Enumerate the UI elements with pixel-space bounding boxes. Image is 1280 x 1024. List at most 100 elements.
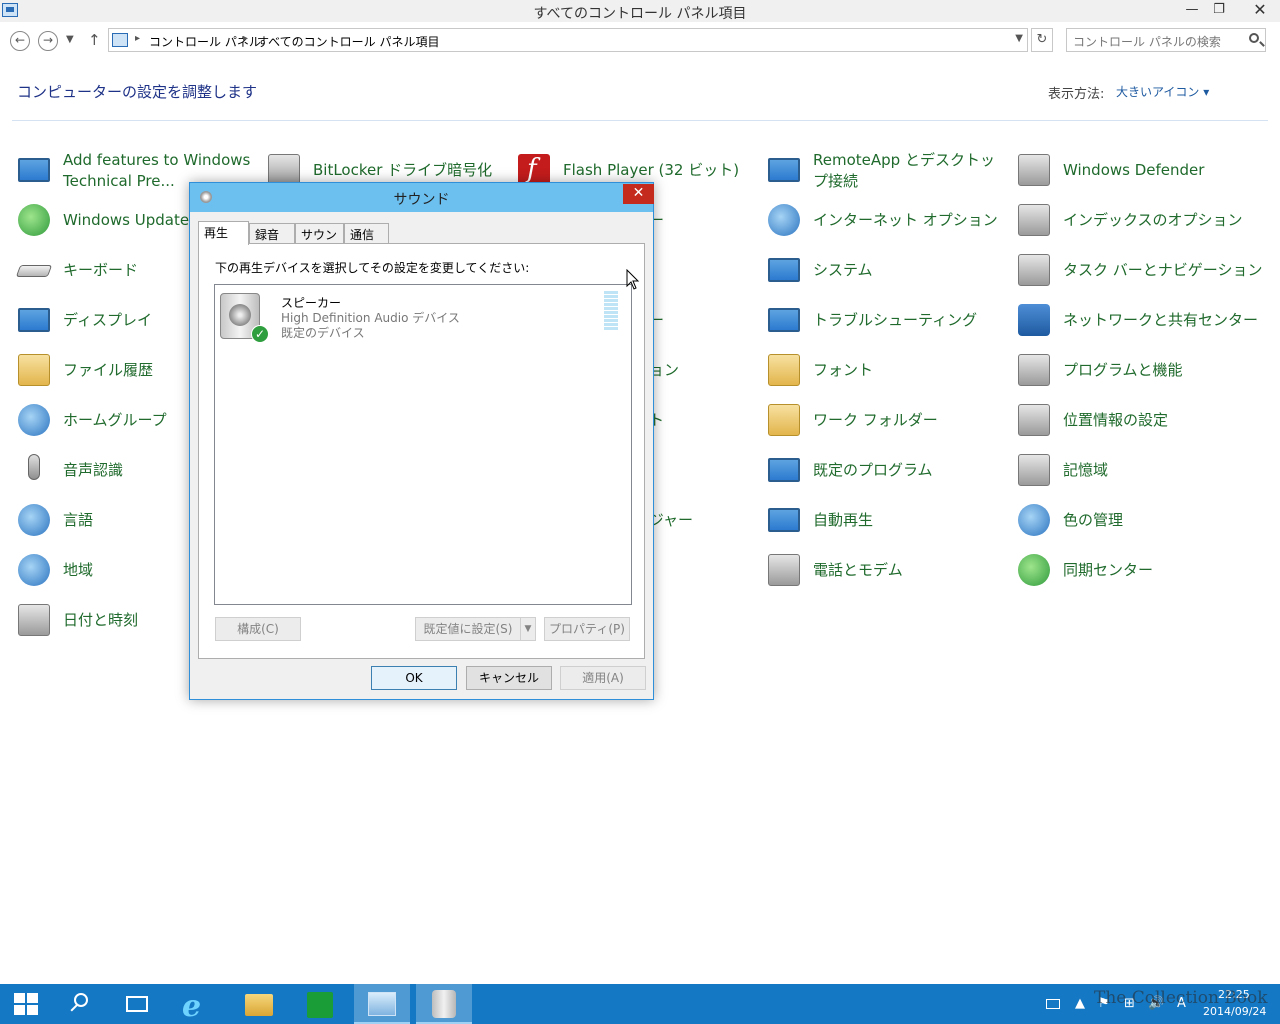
properties-button[interactable]: プロパティ(P) [544,617,630,641]
back-button[interactable]: ← [10,31,30,51]
cp-item-internet-options[interactable]: インターネット オプション [768,200,1008,244]
location-map-icon [1018,404,1050,436]
breadcrumb-separator[interactable]: ▸ [243,33,248,44]
cp-item-label: BitLocker ドライブ暗号化 [313,161,493,179]
cp-item-taskbar-navigation[interactable]: タスク バーとナビゲーション [1018,250,1262,294]
keyboard-tray-icon[interactable] [1046,999,1060,1009]
internet-globe-icon [768,204,800,236]
cp-item-storage-spaces[interactable]: 記憶域 [1018,450,1258,494]
work-folders-icon [768,404,800,436]
search-placeholder: コントロール パネルの検索 [1073,35,1221,49]
calendar-clock-icon [18,604,50,636]
dialog-close-button[interactable]: ✕ [623,184,654,204]
cp-item-label: ワーク フォルダー [813,411,938,429]
taskbar-internet-explorer[interactable]: e [170,984,226,1024]
cp-item-label: ホームグループ [63,411,167,429]
volume-level-meter [604,291,618,331]
show-hidden-icons-icon[interactable]: ▲ [1075,996,1085,1011]
cp-item-sync-center[interactable]: 同期センター [1018,550,1258,594]
taskbar-search-button[interactable] [56,984,112,1024]
set-default-dropdown[interactable]: ▼ [520,617,536,641]
configure-button[interactable]: 構成(C) [215,617,301,641]
window-titlebar: すべてのコントロール パネル項目 — ❐ ✕ [0,0,1280,22]
cp-item-label: 日付と時刻 [63,611,139,629]
fonts-folder-icon [768,354,800,386]
cp-item-label: 自動再生 [813,511,874,529]
breadcrumb-separator[interactable]: ▸ [135,33,140,44]
breadcrumb-all-items[interactable]: すべてのコントロール パネル項目 [257,33,440,50]
cancel-button[interactable]: キャンセル [466,666,552,690]
taskbar-store[interactable] [292,984,348,1024]
cp-item-troubleshooting[interactable]: トラブルシューティング [768,300,1008,344]
control-panel-icon [112,33,128,47]
cp-item-label: Windows Defender [1063,161,1205,179]
tab-playback[interactable]: 再生 [198,221,249,245]
view-by-dropdown[interactable]: 大きいアイコン ▾ [1116,83,1209,100]
address-dropdown[interactable]: ▼ [1015,33,1023,44]
recent-locations-dropdown[interactable]: ▼ [66,34,74,45]
autoplay-icon [768,508,800,532]
cp-item-label: Flash Player (32 ビット) [563,161,740,179]
start-button[interactable] [0,984,56,1024]
search-icon[interactable] [1249,33,1259,43]
homegroup-icon [18,404,50,436]
ok-button[interactable]: OK [371,666,457,690]
address-bar[interactable]: ▸ コントロール パネル ▸ すべてのコントロール パネル項目 ▼ [108,28,1028,52]
task-view-icon [126,996,148,1012]
taskbar-file-explorer[interactable] [231,984,287,1024]
cp-item-label: プログラムと機能 [1063,361,1183,379]
cp-item-network-sharing[interactable]: ネットワークと共有センター [1018,300,1258,344]
cp-item-label: 同期センター [1063,561,1154,579]
cp-item-fonts[interactable]: フォント [768,350,1008,394]
cp-item-location-settings[interactable]: 位置情報の設定 [1018,400,1258,444]
refresh-button[interactable]: ↻ [1031,28,1053,52]
windows-update-icon [18,204,50,236]
internet-explorer-icon: e [182,989,202,1024]
search-input[interactable]: コントロール パネルの検索 [1066,28,1266,52]
cp-item-label: 地域 [63,561,94,579]
cp-item-label: 色の管理 [1063,511,1124,529]
close-button[interactable]: ✕ [1240,0,1280,22]
cp-item-label: 音声認識 [63,461,124,479]
cp-item-label: 言語 [63,511,94,529]
list-item[interactable]: ✓ スピーカー High Definition Audio デバイス 既定のデバ… [218,291,628,343]
tab-sounds[interactable]: サウンド [295,223,344,259]
cp-item-label: 電話とモデム [813,561,903,579]
search-icon [74,993,88,1007]
default-check-icon: ✓ [251,325,269,343]
cp-item-autoplay[interactable]: 自動再生 [768,500,1008,544]
cp-item-work-folders[interactable]: ワーク フォルダー [768,400,1008,444]
apply-button[interactable]: 適用(A) [560,666,646,690]
forward-button[interactable]: → [38,31,58,51]
tab-recording[interactable]: 録音 [249,223,295,243]
window-title: すべてのコントロール パネル項目 [533,6,747,22]
navigation-bar: ← → ▼ ↑ ▸ コントロール パネル ▸ すべてのコントロール パネル項目 … [0,28,1280,54]
tab-communications[interactable]: 通信 [344,223,389,243]
cp-item-system[interactable]: システム [768,250,1008,294]
cp-item-default-programs[interactable]: 既定のプログラム [768,450,1008,494]
up-button[interactable]: ↑ [88,31,101,49]
maximize-button[interactable]: ❐ [1204,0,1234,22]
dialog-titlebar[interactable]: サウンド [190,183,653,212]
language-icon [18,504,50,536]
device-list[interactable]: ✓ スピーカー High Definition Audio デバイス 既定のデバ… [214,284,632,605]
cp-item-remoteapp[interactable]: RemoteApp とデスクトップ接続 [768,150,1008,194]
cp-item-label: ネットワークと共有センター [1063,311,1259,329]
default-programs-icon [768,458,800,482]
taskbar-sound[interactable] [416,984,472,1024]
cp-item-label: RemoteApp とデスクトップ接続 [813,151,995,190]
set-default-button[interactable]: 既定値に設定(S) [415,617,521,641]
divider [12,120,1268,121]
cp-item-phone-modem[interactable]: 電話とモデム [768,550,1008,594]
taskbar: e ▲ ⚑ ⊞ 🔊 A 22:25 2014/09/24 [0,984,1280,1024]
task-view-button[interactable] [110,984,166,1024]
cp-item-label: 既定のプログラム [813,461,933,479]
taskbar-control-panel[interactable] [354,984,410,1024]
playback-panel: 下の再生デバイスを選択してその設定を変更してください: ✓ スピーカー High… [198,243,645,659]
minimize-button[interactable]: — [1177,0,1207,22]
cp-item-color-management[interactable]: 色の管理 [1018,500,1258,544]
cp-item-windows-defender[interactable]: Windows Defender [1018,150,1258,194]
cp-item-programs-features[interactable]: プログラムと機能 [1018,350,1258,394]
cp-item-indexing-options[interactable]: インデックスのオプション [1018,200,1258,244]
add-features-icon [18,158,50,182]
